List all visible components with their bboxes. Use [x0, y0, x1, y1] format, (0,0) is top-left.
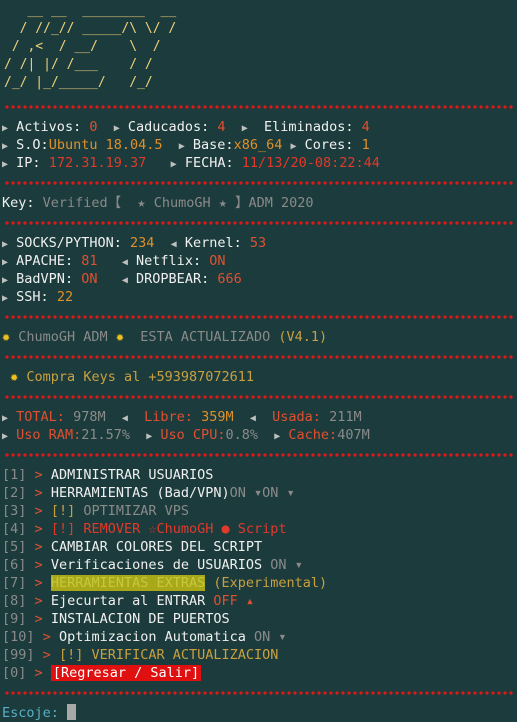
separator [4, 354, 515, 360]
separator [4, 452, 515, 458]
menu-item-1[interactable]: [1] > ADMINISTRAR USUARIOS [2, 466, 517, 484]
menu-item-10[interactable]: [10] > Optimizacion Automatica ON ▾ [2, 628, 517, 646]
separator [4, 314, 515, 320]
menu-item-7[interactable]: [7] > HERRAMIENTAS EXTRAS (Experimental) [2, 574, 517, 592]
menu-item-0[interactable]: [0] > [Regresar / Salir] [2, 664, 517, 682]
menu-item-2[interactable]: [2] > HERRAMIENTAS (Bad/VPN)ON ▾ON ▾ [2, 484, 517, 502]
terminal-window: __ __ ________ __ / //_// _____/\ \/ / /… [0, 0, 517, 721]
sun-icon: ✹ [115, 329, 124, 345]
menu-item-4[interactable]: [4] > [!] REMOVER ☆ChumoGH ● Script [2, 520, 517, 538]
separator [4, 690, 515, 696]
separator [4, 220, 515, 226]
menu-item-99[interactable]: [99] > [!] VERIFICAR ACTUALIZACION [2, 646, 517, 664]
key-line: Key: Verified【 ★ ChumoGH ★ 】ADM 2020 [2, 195, 314, 211]
separator [4, 394, 515, 400]
prompt-line[interactable]: Escoje: [2, 704, 517, 722]
menu-item-5[interactable]: [5] > CAMBIAR COLORES DEL SCRIPT [2, 538, 517, 556]
resources-panel: ▶ TOTAL: 978M ◀ Libre: 359M ◀ Usada: 211… [2, 409, 370, 443]
status-panel: ▶ Activos: 0 ▶ Caducados: 4 ▶ Eliminados… [2, 119, 380, 171]
menu-item-6[interactable]: [6] > Verificaciones de USUARIOS ON ▾ [2, 556, 517, 574]
ascii-banner: __ __ ________ __ / //_// _____/\ \/ / /… [4, 3, 177, 90]
services-panel: ▶ SOCKS/PYTHON: 234 ◀ Kernel: 53 ▶ APACH… [2, 235, 267, 305]
separator [4, 104, 515, 110]
exit-button[interactable]: [Regresar / Salir] [50, 665, 202, 681]
buy-keys-line: ✹ Compra Keys al +593987072611 [10, 369, 255, 385]
update-status: ✹ ChumoGH ADM ✹ ESTA ACTUALIZADO (V4.1) [2, 329, 328, 345]
sun-icon: ✹ [10, 369, 19, 385]
menu-item-9[interactable]: [9] > INSTALACION DE PUERTOS [2, 610, 517, 628]
text-cursor[interactable] [67, 704, 77, 720]
separator [4, 180, 515, 186]
menu-item-8[interactable]: [8] > Ejecurtar al ENTRAR OFF ▴ [2, 592, 517, 610]
sun-icon: ✹ [2, 329, 11, 345]
menu-item-3[interactable]: [3] > [!] OPTIMIZAR VPS [2, 502, 517, 520]
main-menu: [1] > ADMINISTRAR USUARIOS [2] > HERRAMI… [2, 466, 517, 682]
